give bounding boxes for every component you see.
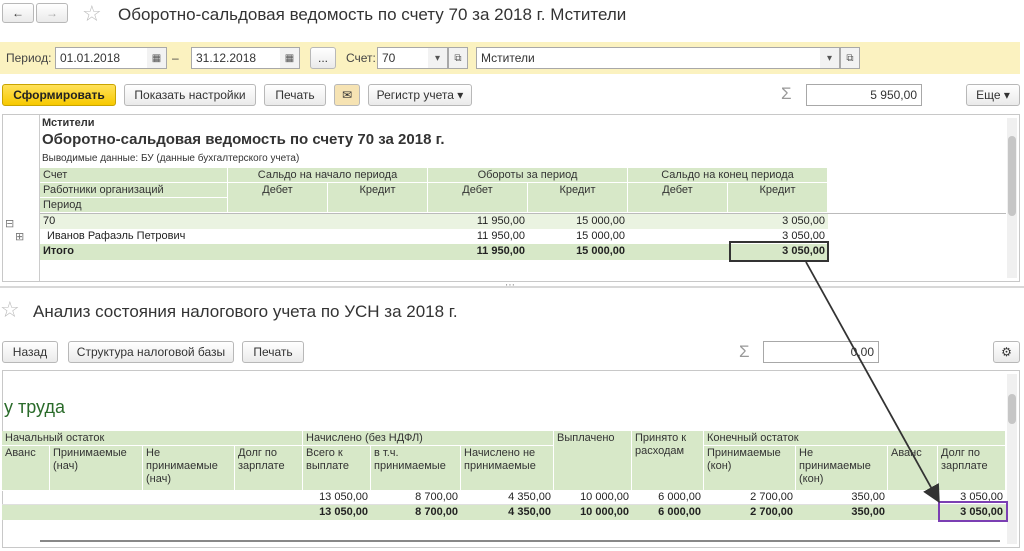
annotation-arrow [805, 261, 940, 504]
screen: ← → ☆ Оборотно-сальдовая ведомость по сч… [0, 0, 1024, 551]
